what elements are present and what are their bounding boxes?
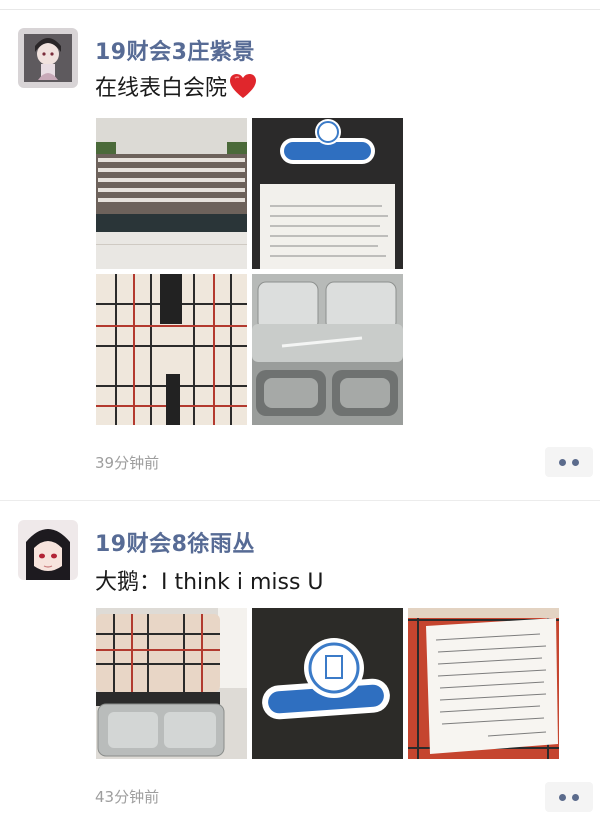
post-photo-plaid-bag[interactable] [96, 274, 247, 425]
post-photo-handwritten-note[interactable] [408, 608, 559, 759]
post-photo-handwritten-card[interactable] [252, 118, 403, 269]
dot-icon [559, 793, 566, 801]
top-separator [0, 9, 600, 10]
moment-post: 19财会8徐雨丛 大鹅：I think i miss U 43分钟前 [0, 508, 600, 826]
moment-post: 19财会3庄紫景 在线表白会院 39分钟前 [0, 20, 600, 498]
post-divider [0, 500, 600, 501]
post-text: 大鹅：I think i miss U [95, 570, 324, 595]
post-photo-lunch-boxes-rows[interactable] [96, 118, 247, 269]
post-photo-badge-sticker[interactable] [252, 608, 403, 759]
dot-icon [572, 458, 579, 466]
avatar[interactable] [18, 28, 78, 88]
dot-icon [559, 458, 566, 466]
post-photo-plaid-lunch-bag[interactable] [96, 608, 247, 759]
dot-icon [572, 793, 579, 801]
author-name[interactable]: 19财会8徐雨丛 [95, 526, 255, 558]
avatar[interactable] [18, 520, 78, 580]
post-time: 39分钟前 [95, 454, 160, 472]
heart-emoji-icon [229, 73, 257, 99]
more-options-button[interactable] [545, 447, 593, 477]
more-options-button[interactable] [545, 782, 593, 812]
author-name[interactable]: 19财会3庄紫景 [95, 34, 255, 66]
post-time: 43分钟前 [95, 788, 160, 806]
post-text: 在线表白会院 [95, 70, 257, 102]
post-photo-steel-lunch-box[interactable] [252, 274, 403, 425]
